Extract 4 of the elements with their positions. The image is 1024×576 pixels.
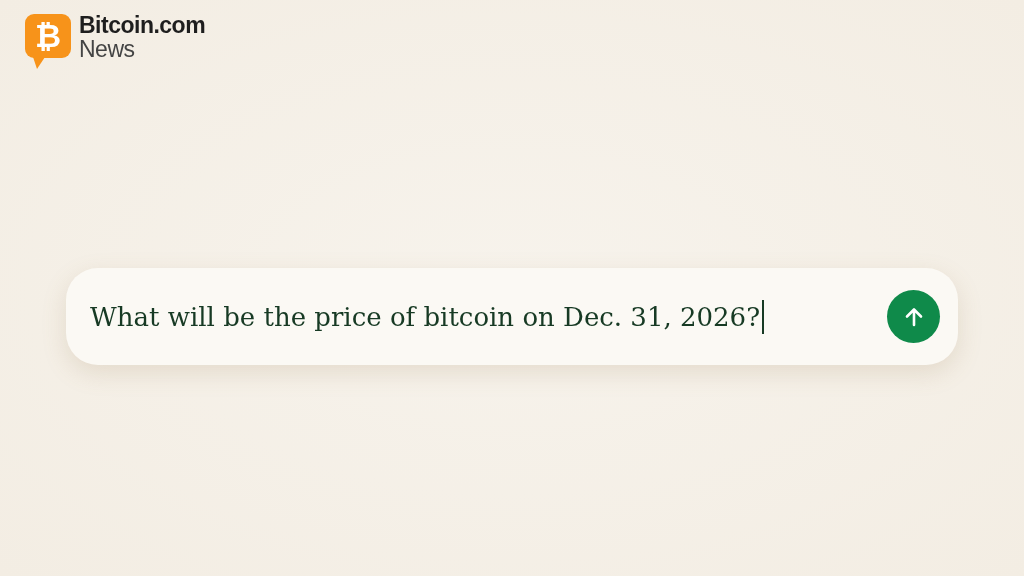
send-button[interactable] — [887, 290, 940, 343]
brand-name: Bitcoin.com — [79, 14, 206, 37]
prompt-field[interactable]: What will be the price of bitcoin on Dec. 31, 2026? — [90, 299, 875, 334]
brand-subtitle: News — [79, 38, 136, 61]
